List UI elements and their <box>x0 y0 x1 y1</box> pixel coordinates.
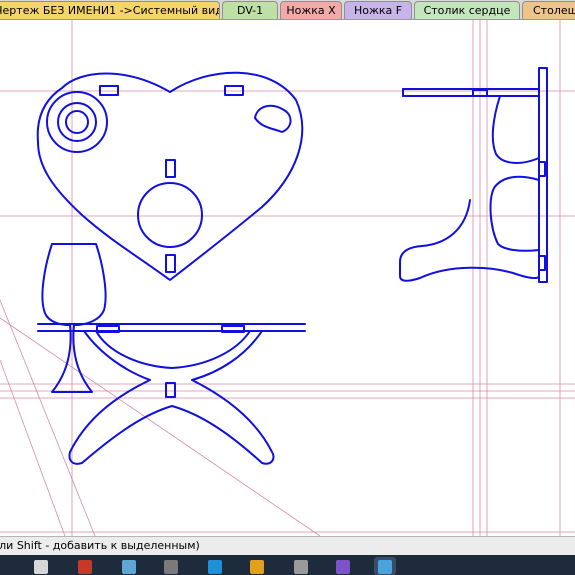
tab-leg-x[interactable]: Ножка Х <box>280 1 342 19</box>
tab-heart-table[interactable]: Столик сердце <box>414 1 520 19</box>
document-tab-bar: Чертеж БЕЗ ИМЕНИ1 ->Системный вид DV-1 Н… <box>0 0 575 20</box>
taskbar-item-media[interactable] <box>290 557 312 575</box>
media-clapper-icon <box>294 560 308 574</box>
viber-icon <box>336 560 350 574</box>
drawing-sheet[interactable] <box>0 20 575 536</box>
taskbar-item-package-app[interactable] <box>118 557 140 575</box>
side-profile-view[interactable] <box>399 67 548 283</box>
taskbar-item-store[interactable] <box>246 557 268 575</box>
tab-leg-f[interactable]: Ножка F <box>344 1 412 19</box>
3d-box-app-icon <box>378 560 392 574</box>
document-app-icon <box>34 560 48 574</box>
package-app-icon <box>122 560 136 574</box>
ccleaner-icon <box>208 560 222 574</box>
taskbar-item-generic-app[interactable] <box>160 557 182 575</box>
tab-drawing-system-view[interactable]: Чертеж БЕЗ ИМЕНИ1 ->Системный вид <box>0 1 220 19</box>
status-bar: или Shift - добавить к выделенным) <box>0 536 575 555</box>
taskbar-item-document-app[interactable] <box>30 557 52 575</box>
powerpoint-icon <box>78 560 92 574</box>
generic-app-icon <box>164 560 178 574</box>
front-elevation-view[interactable] <box>37 243 306 465</box>
taskbar-item-powerpoint[interactable] <box>74 557 96 575</box>
drawing-canvas[interactable] <box>0 20 575 536</box>
tab-tabletop[interactable]: Столешн <box>522 1 575 19</box>
tab-dv-1[interactable]: DV-1 <box>222 1 278 19</box>
taskbar-item-viber[interactable] <box>332 557 354 575</box>
store-app-icon <box>250 560 264 574</box>
taskbar-item-ccleaner[interactable] <box>204 557 226 575</box>
windows-taskbar <box>0 555 575 575</box>
heart-tabletop-plan[interactable] <box>36 71 304 281</box>
taskbar-item-3d-app[interactable] <box>374 557 396 575</box>
status-hint: или Shift - добавить к выделенным) <box>0 539 200 552</box>
